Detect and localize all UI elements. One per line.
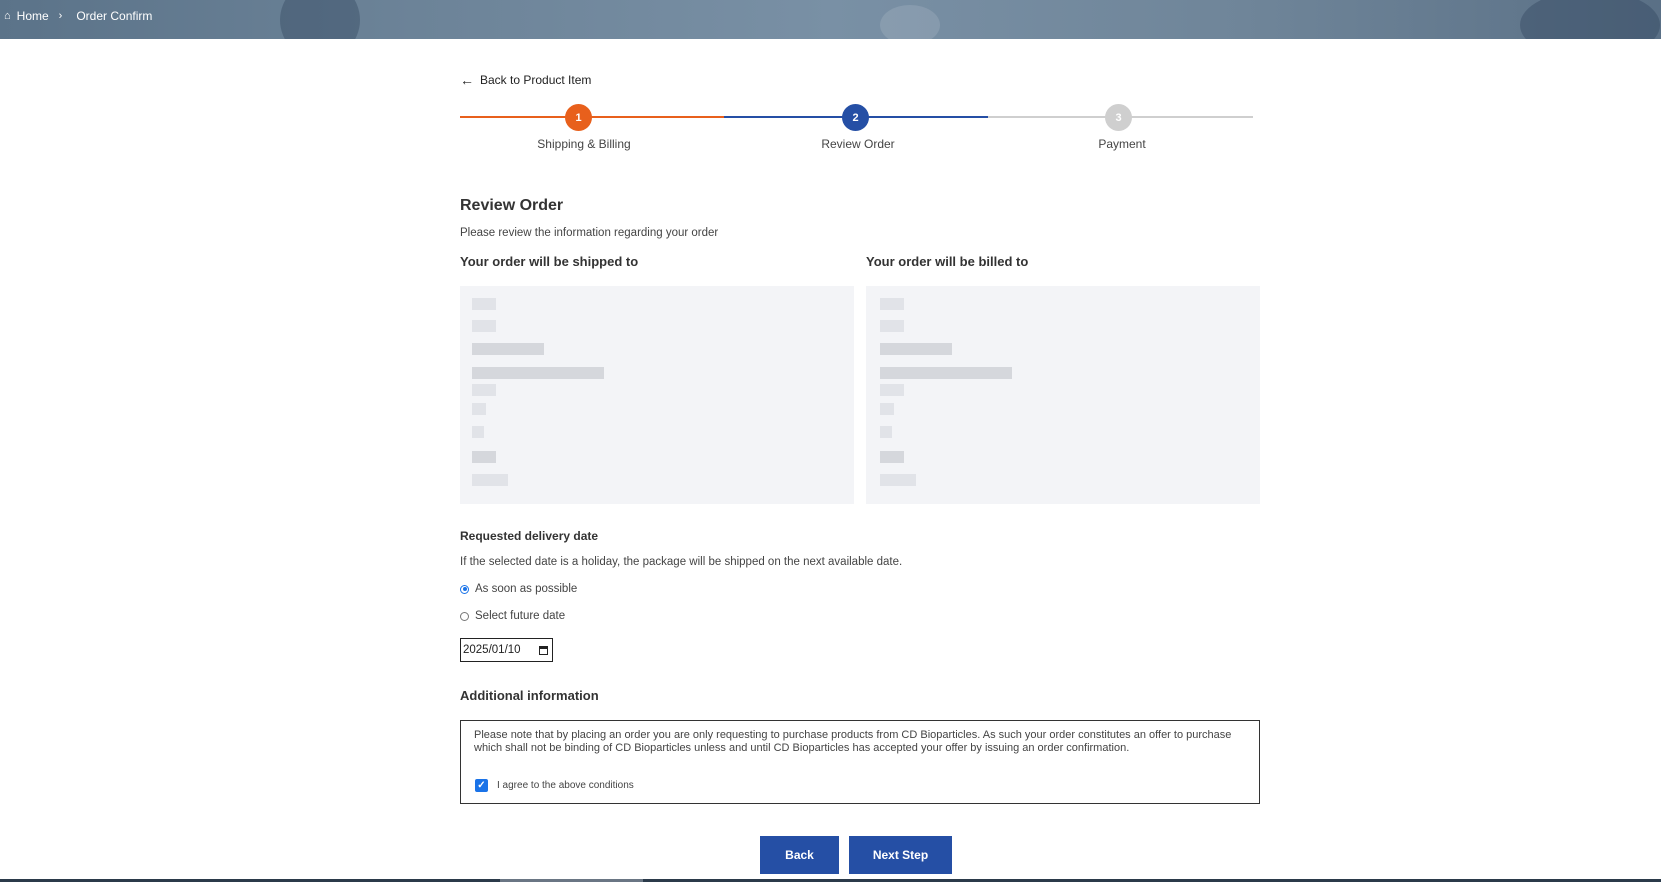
delivery-date-input[interactable]: 2025/01/10	[460, 638, 553, 662]
redacted-text	[472, 451, 496, 463]
step-2-circle: 2	[842, 104, 869, 131]
redacted-text	[880, 451, 904, 463]
redacted-text	[472, 320, 496, 332]
breadcrumb-current: Order Confirm	[76, 9, 153, 23]
shipping-address-heading: Your order will be shipped to	[460, 254, 639, 269]
redacted-text	[880, 367, 1012, 379]
redacted-text	[880, 474, 916, 486]
back-to-product-label: Back to Product Item	[480, 73, 592, 87]
radio-future-date[interactable]: Select future date	[460, 610, 565, 622]
banner-decoration	[280, 0, 360, 39]
radio-asap-label: As soon as possible	[475, 583, 578, 595]
breadcrumb-separator-icon: ›	[58, 10, 63, 22]
radio-future-date-input[interactable]	[460, 611, 469, 621]
redacted-text	[472, 403, 486, 415]
shipping-address-box	[460, 286, 854, 504]
terms-notice: Please note that by placing an order you…	[474, 729, 1232, 754]
agree-label: I agree to the above conditions	[497, 780, 634, 791]
agree-conditions-row[interactable]: ✓ I agree to the above conditions	[475, 779, 634, 792]
redacted-text	[880, 320, 904, 332]
banner-decoration	[880, 5, 940, 39]
redacted-text	[472, 426, 484, 438]
redacted-text	[880, 343, 952, 355]
redacted-text	[880, 298, 904, 310]
header-banner: ⌂ Home › Order Confirm	[0, 0, 1661, 39]
next-step-button[interactable]: Next Step	[849, 836, 952, 874]
page-title: Review Order	[460, 197, 564, 214]
redacted-text	[880, 384, 904, 396]
redacted-text	[472, 298, 496, 310]
breadcrumb: ⌂ Home › Order Confirm	[4, 9, 152, 23]
home-icon[interactable]: ⌂	[4, 10, 11, 22]
step-3-circle: 3	[1105, 104, 1132, 131]
agree-checkbox[interactable]: ✓	[475, 779, 488, 792]
step-3-label: Payment	[1098, 137, 1146, 151]
redacted-text	[880, 426, 892, 438]
additional-info-box: Please note that by placing an order you…	[460, 720, 1260, 804]
checkout-stepper: 1 2 3 Shipping & Billing Review Order Pa…	[460, 102, 1253, 154]
step-1-circle: 1	[565, 104, 592, 131]
delivery-date-note: If the selected date is a holiday, the p…	[460, 556, 903, 568]
billing-address-heading: Your order will be billed to	[866, 254, 1029, 269]
arrow-left-icon: ←	[460, 72, 474, 88]
banner-decoration	[1520, 0, 1660, 39]
redacted-text	[472, 367, 604, 379]
page-subtitle: Please review the information regarding …	[460, 227, 719, 239]
redacted-text	[472, 474, 508, 486]
delivery-date-value: 2025/01/10	[463, 644, 521, 656]
radio-asap[interactable]: As soon as possible	[460, 583, 577, 595]
breadcrumb-home[interactable]: Home	[17, 9, 49, 23]
delivery-date-heading: Requested delivery date	[460, 529, 599, 543]
radio-future-date-label: Select future date	[475, 610, 566, 622]
redacted-text	[472, 384, 496, 396]
additional-info-heading: Additional information	[460, 688, 599, 703]
back-button[interactable]: Back	[760, 836, 839, 874]
radio-asap-input[interactable]	[460, 584, 469, 594]
calendar-icon[interactable]	[539, 646, 548, 655]
redacted-text	[472, 343, 544, 355]
redacted-text	[880, 403, 894, 415]
billing-address-box	[866, 286, 1260, 504]
back-to-product-link[interactable]: ← Back to Product Item	[460, 73, 591, 87]
step-2-label: Review Order	[821, 137, 895, 151]
step-1-label: Shipping & Billing	[537, 137, 631, 151]
stepper-line-1	[460, 116, 724, 118]
